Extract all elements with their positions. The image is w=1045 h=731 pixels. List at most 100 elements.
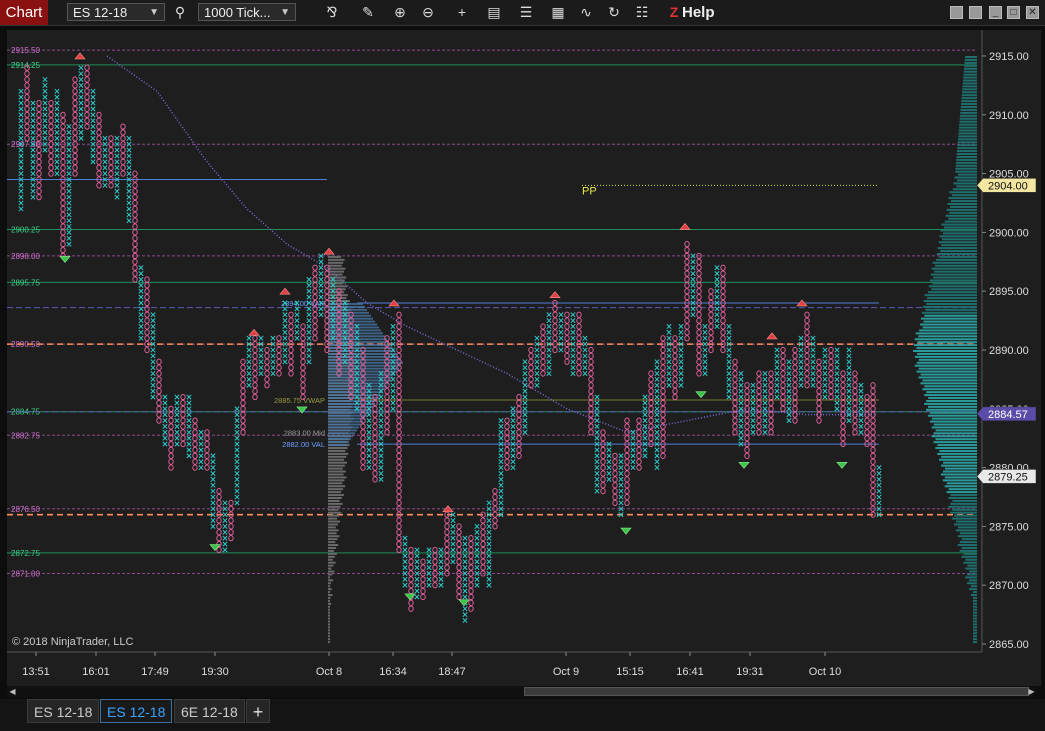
maximize-icon[interactable]: □ xyxy=(1007,6,1020,19)
right-volume-bar xyxy=(937,247,977,250)
zoom-in-icon[interactable]: ⊕ xyxy=(390,3,410,22)
right-volume-bar xyxy=(953,182,977,185)
help-menu[interactable]: Help xyxy=(682,3,715,22)
volume-bar xyxy=(328,641,330,644)
right-volume-bar xyxy=(919,329,977,332)
volume-bar xyxy=(328,523,338,526)
tab-es-12-18[interactable]: ES 12-18 xyxy=(27,699,100,723)
profile-label: 2885.75 VWAP xyxy=(274,396,325,405)
right-volume-bar xyxy=(961,546,977,549)
right-volume-bar xyxy=(932,282,977,285)
right-volume-bar xyxy=(922,379,977,382)
value-area-bar xyxy=(328,405,373,408)
right-volume-bar xyxy=(950,502,977,505)
right-volume-bar xyxy=(935,258,977,261)
scroll-thumb[interactable] xyxy=(524,687,1029,696)
bar-type-selector[interactable]: 1000 Tick... ▼ xyxy=(198,3,296,21)
right-volume-bar xyxy=(957,150,977,153)
volume-bar xyxy=(328,552,337,555)
right-volume-bar xyxy=(924,385,977,388)
volume-bar xyxy=(328,576,331,579)
tab-es-12-18-active[interactable]: ES 12-18 xyxy=(100,699,173,723)
right-volume-bar xyxy=(943,226,977,229)
bar-style-icon[interactable]: ☰ xyxy=(516,3,536,22)
crosshair-icon[interactable]: + xyxy=(452,3,472,22)
search-icon[interactable]: ⚲ xyxy=(170,3,190,22)
right-volume-bar xyxy=(961,94,977,97)
volume-bar xyxy=(328,461,347,464)
right-volume-bar xyxy=(972,599,977,602)
right-volume-bar xyxy=(954,176,977,179)
indicators-icon[interactable]: ∿ xyxy=(576,3,596,22)
right-volume-bar xyxy=(941,464,977,467)
right-volume-bar xyxy=(942,479,977,482)
restore-icon[interactable] xyxy=(950,6,963,19)
right-volume-bar xyxy=(960,111,977,114)
point-and-figure-chart[interactable]: 2915.502914.252907.502900.252898.002895.… xyxy=(7,30,1041,686)
right-volume-bar xyxy=(945,214,977,217)
right-volume-bar xyxy=(951,194,977,197)
right-volume-bar xyxy=(970,594,977,597)
right-volume-bar xyxy=(944,220,977,223)
right-volume-bar xyxy=(956,158,977,161)
right-volume-bar xyxy=(926,399,977,402)
right-volume-bar xyxy=(962,91,977,94)
strategies-icon[interactable]: ↻ xyxy=(604,3,624,22)
right-volume-bar xyxy=(973,635,977,638)
time-tick-label: 19:30 xyxy=(201,666,229,678)
zoom-out-icon[interactable]: ⊖ xyxy=(418,3,438,22)
right-volume-bar xyxy=(918,367,977,370)
right-volume-bar xyxy=(962,82,977,85)
data-box-icon[interactable]: ▤ xyxy=(484,3,504,22)
right-volume-bar xyxy=(939,449,977,452)
scroll-right-icon[interactable]: ▶ xyxy=(1027,686,1036,697)
level-label: 2871.00 xyxy=(11,569,40,578)
copyright-text: © 2018 NinjaTrader, LLC xyxy=(12,636,133,648)
right-volume-bar xyxy=(959,532,977,535)
right-volume-bar xyxy=(918,376,977,379)
volume-bar xyxy=(328,585,330,588)
time-tick-label: 17:49 xyxy=(141,666,169,678)
volume-bar xyxy=(328,558,333,561)
right-volume-bar xyxy=(941,223,977,226)
volume-bar xyxy=(328,608,330,611)
right-volume-bar xyxy=(928,291,977,294)
chart-panel[interactable]: 2915.50 2914.25 2907.50 2900.25 2898.00 2895.… xyxy=(7,30,1041,686)
level-label: 2882.75 xyxy=(11,431,40,440)
properties-icon[interactable]: ☷ xyxy=(632,3,652,22)
volume-bar xyxy=(328,561,336,564)
right-volume-bar xyxy=(959,117,977,120)
value-area-bar xyxy=(328,388,385,391)
right-volume-bar xyxy=(958,135,977,138)
right-volume-bar xyxy=(928,397,977,400)
scroll-left-icon[interactable]: ◀ xyxy=(8,686,17,697)
right-volume-bar xyxy=(965,558,977,561)
pencil-icon[interactable]: ✎ xyxy=(358,3,378,22)
volume-bar xyxy=(328,261,344,264)
tab-6e-12-18[interactable]: 6E 12-18 xyxy=(174,699,245,723)
value-area-bar xyxy=(328,329,381,332)
chart-style-icon[interactable]: ▦ xyxy=(548,3,568,22)
z-order-icon[interactable]: Z xyxy=(664,3,684,22)
right-volume-bar xyxy=(959,120,977,123)
right-volume-bar xyxy=(933,441,977,444)
tile-icon[interactable] xyxy=(969,6,982,19)
close-icon[interactable]: ✕ xyxy=(1026,6,1039,19)
right-volume-bar xyxy=(956,155,977,158)
time-tick-label: 16:41 xyxy=(676,666,704,678)
right-volume-bar xyxy=(948,505,977,508)
right-volume-bar xyxy=(954,523,977,526)
chevron-down-icon: ▼ xyxy=(149,7,159,18)
right-volume-bar xyxy=(973,623,977,626)
minimize-icon[interactable]: _ xyxy=(989,6,1002,19)
right-volume-bar xyxy=(931,417,977,420)
time-tick-label: 16:34 xyxy=(379,666,407,678)
add-tab-button[interactable]: + xyxy=(246,699,270,723)
value-area-bar xyxy=(328,444,347,447)
horizontal-scrollbar[interactable]: ◀ ▶ xyxy=(7,686,1037,697)
instrument-selector[interactable]: ES 12-18 ▼ xyxy=(67,3,165,21)
right-volume-bar xyxy=(965,576,977,579)
price-tick-label: 2910.00 xyxy=(989,110,1029,122)
right-volume-bar xyxy=(960,108,977,111)
data-series-icon[interactable]: ⅋ xyxy=(322,3,342,22)
